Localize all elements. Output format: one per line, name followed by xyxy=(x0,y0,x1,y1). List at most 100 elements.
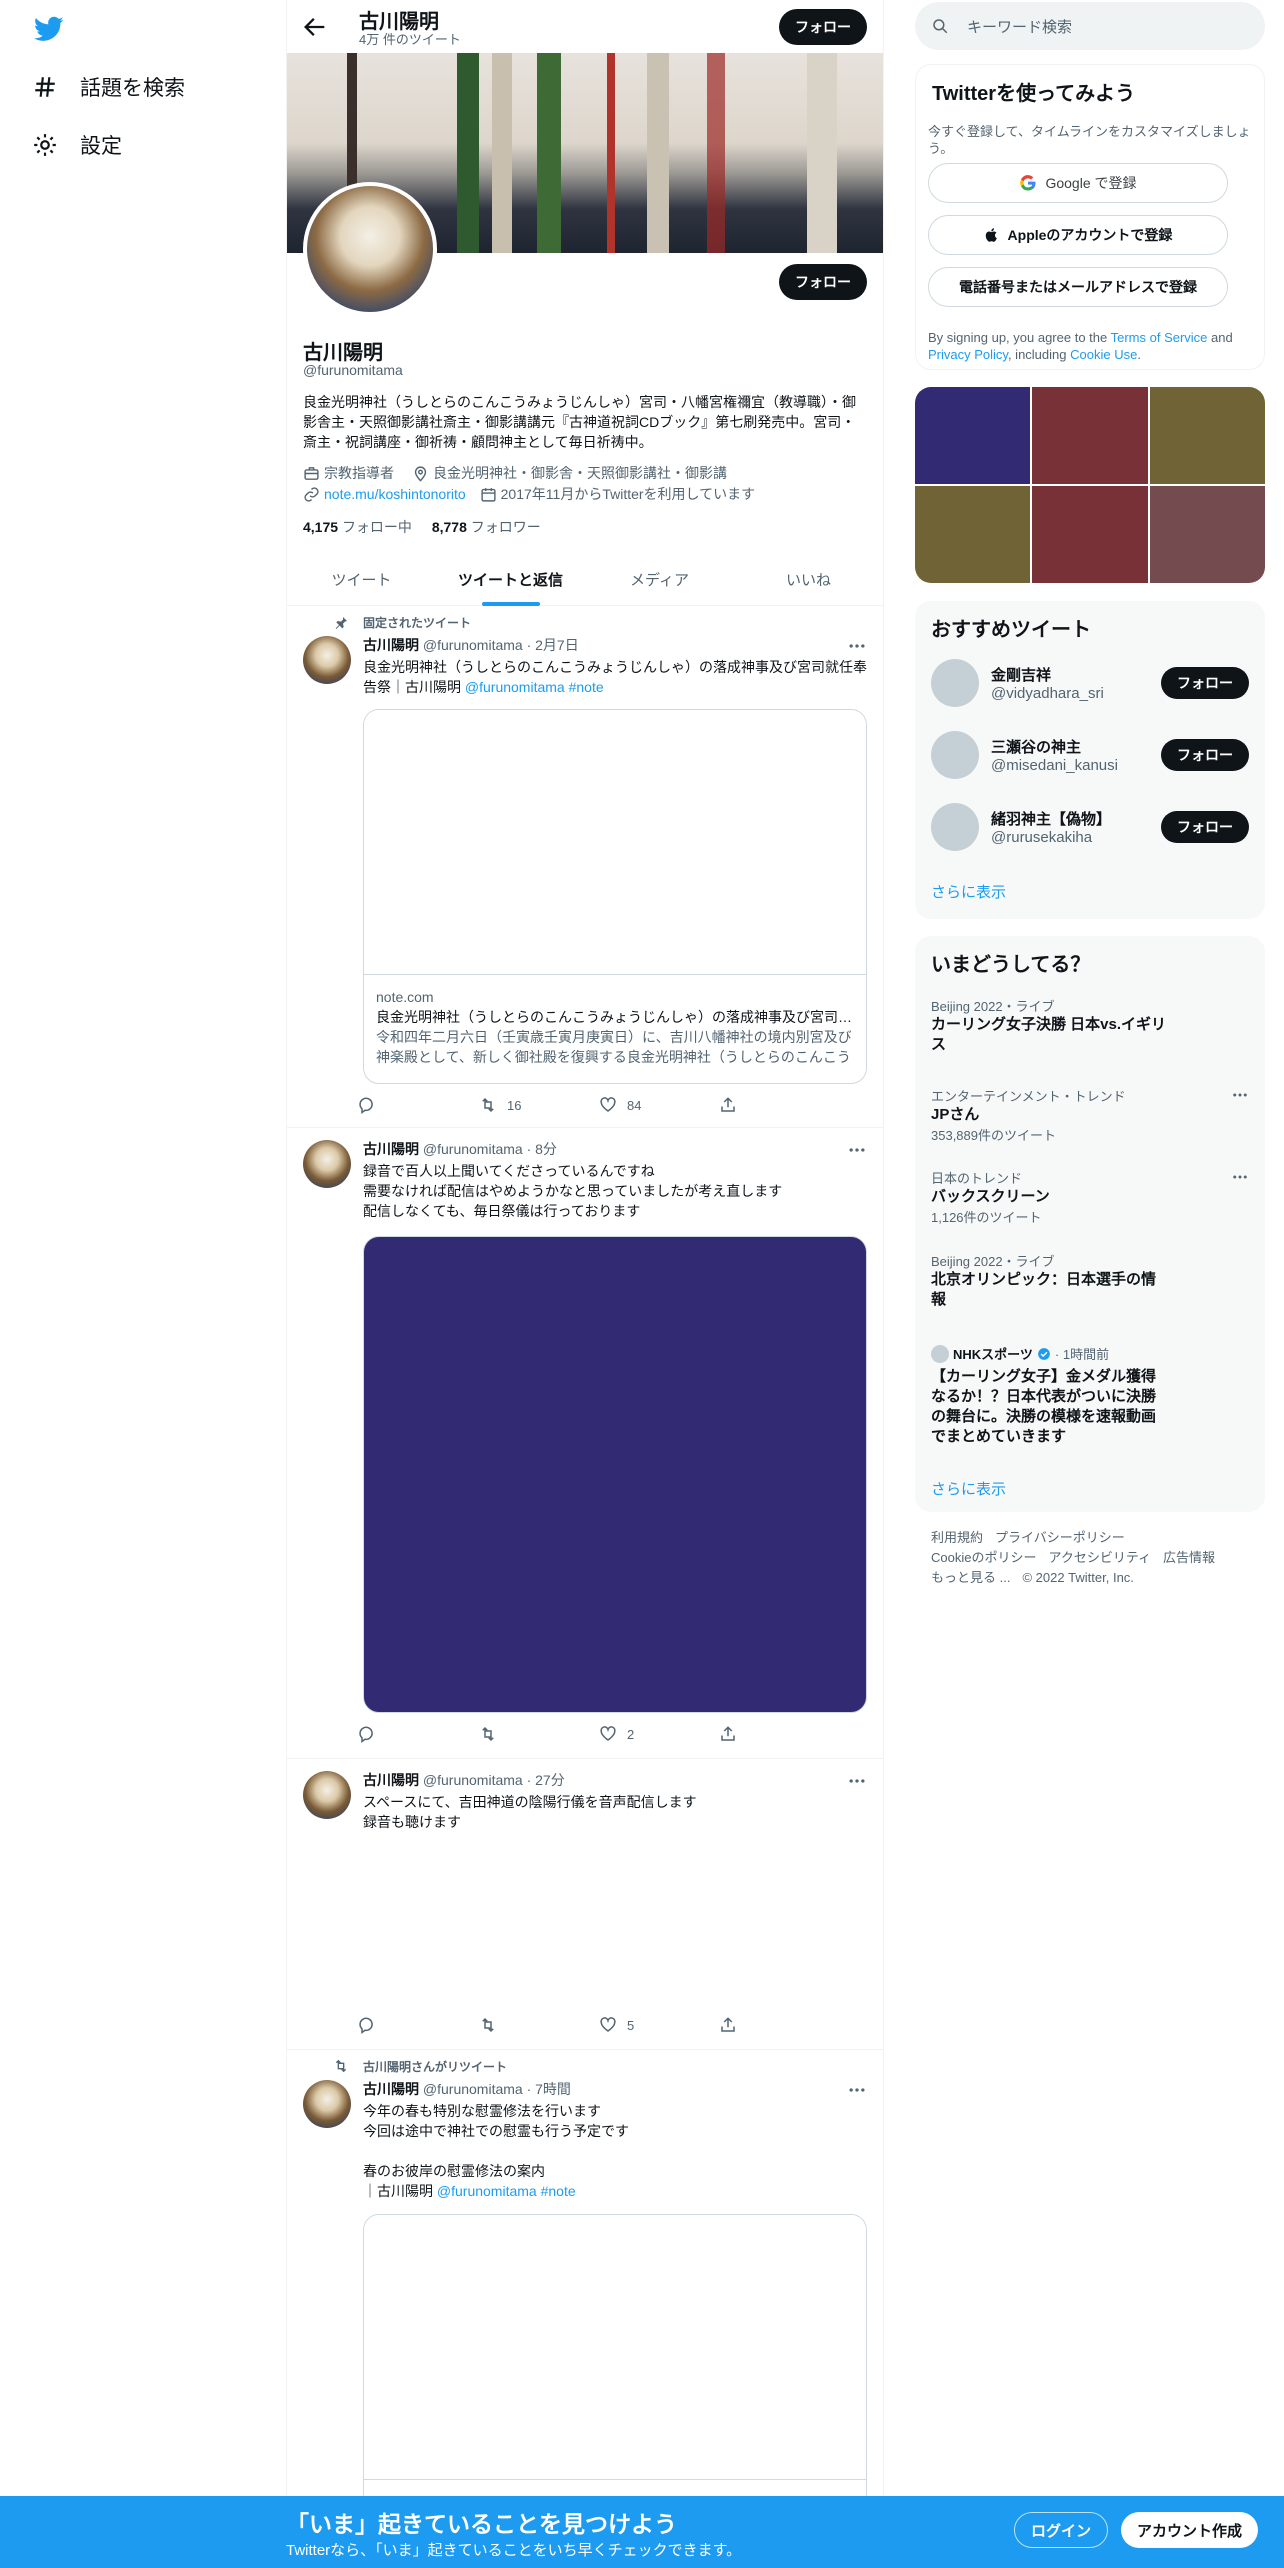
media-thumbnail[interactable] xyxy=(1032,486,1148,583)
avatar[interactable] xyxy=(303,1140,351,1188)
mention-link[interactable]: @furunomitama xyxy=(437,2183,537,2199)
tweet-time[interactable]: · 27分 xyxy=(527,1772,565,1788)
author-handle[interactable]: @furunomitama xyxy=(423,1141,523,1157)
author-handle[interactable]: @furunomitama xyxy=(423,637,523,653)
tab-tweets-and-replies[interactable]: ツイートと返信 xyxy=(436,553,585,605)
media-thumbnail[interactable] xyxy=(1032,387,1148,484)
author-name[interactable]: 古川陽明 xyxy=(363,1772,419,1788)
like-button[interactable]: 2 xyxy=(599,1725,679,1743)
footer-ads-link[interactable]: 広告情報 xyxy=(1163,1550,1215,1565)
tweet[interactable]: 古川陽明 @furunomitama · 27分 スペースにて、吉田神道の陰陽行… xyxy=(287,1759,883,2050)
nav-explore[interactable]: 話題を検索 xyxy=(32,72,185,102)
link-card-image xyxy=(364,2215,866,2480)
tweet[interactable]: 固定されたツイート 古川陽明 @furunomitama · 2月7日 良金光明… xyxy=(287,606,883,1128)
tab-likes[interactable]: いいね xyxy=(734,553,883,605)
more-dots-icon[interactable] xyxy=(847,636,867,656)
profile-link[interactable]: note.mu/koshintonorito xyxy=(324,486,466,502)
trends-show-more[interactable]: さらに表示 xyxy=(931,1478,1006,1499)
like-button[interactable]: 5 xyxy=(599,2016,679,2034)
twitter-bird-icon[interactable] xyxy=(32,14,66,44)
news-item[interactable]: NHKスポーツ · 1時間前 【カーリング女子】金メダル獲得なるか！？日本代表が… xyxy=(931,1344,1249,1447)
avatar[interactable] xyxy=(303,636,351,684)
footer-terms-link[interactable]: 利用規約 xyxy=(931,1530,983,1545)
more-dots-icon[interactable] xyxy=(1231,1168,1249,1186)
author-name[interactable]: 古川陽明 xyxy=(363,637,419,653)
tweet-time[interactable]: · 2月7日 xyxy=(527,637,579,653)
terms-link[interactable]: Terms of Service xyxy=(1111,330,1208,345)
tweet-time[interactable]: · 8分 xyxy=(527,1141,557,1157)
media-thumbnail[interactable] xyxy=(915,387,1031,484)
footer-more-link[interactable]: もっと見る ... xyxy=(931,1570,1010,1585)
nav-settings[interactable]: 設定 xyxy=(32,130,122,160)
header-follow-button[interactable]: フォロー xyxy=(779,9,867,45)
author-handle[interactable]: @furunomitama xyxy=(423,1772,523,1788)
apple-signup-button[interactable]: Appleのアカウントで登録 xyxy=(928,215,1228,255)
avatar[interactable] xyxy=(931,803,979,851)
share-button[interactable] xyxy=(719,2016,799,2034)
mention-link[interactable]: @furunomitama xyxy=(465,679,565,695)
media-thumbnail[interactable] xyxy=(915,486,1031,583)
reply-button[interactable] xyxy=(359,1725,439,1743)
reply-button[interactable] xyxy=(359,1096,439,1114)
retweet-button[interactable] xyxy=(479,2016,559,2034)
media-thumbnail[interactable] xyxy=(1149,486,1265,583)
recommended-user[interactable]: 金剛吉祥 @vidyadhara_sri フォロー xyxy=(931,659,1249,707)
more-dots-icon[interactable] xyxy=(847,2080,867,2100)
footer-accessibility-link[interactable]: アクセシビリティ xyxy=(1048,1550,1151,1565)
footer-cookie-link[interactable]: Cookieのポリシー xyxy=(931,1550,1036,1565)
create-account-button[interactable]: アカウント作成 xyxy=(1121,2512,1259,2548)
back-arrow-icon[interactable] xyxy=(301,13,329,41)
more-dots-icon[interactable] xyxy=(847,1771,867,1791)
author-name[interactable]: 古川陽明 xyxy=(363,2081,419,2097)
media-thumbnail[interactable] xyxy=(1149,387,1265,484)
recommended-user[interactable]: 緒羽神主【偽物】 @rurusekakiha フォロー xyxy=(931,803,1249,851)
tweet-media-image[interactable] xyxy=(363,1236,867,1713)
profile-follow-button[interactable]: フォロー xyxy=(779,264,867,300)
tweet[interactable]: 古川陽明 @furunomitama · 8分 録音で百人以上聞いてくださってい… xyxy=(287,1128,883,1759)
like-button[interactable]: 84 xyxy=(599,1096,679,1114)
reply-button[interactable] xyxy=(359,2016,439,2034)
tab-tweets[interactable]: ツイート xyxy=(287,553,436,605)
retweet-button[interactable] xyxy=(479,1725,559,1743)
trend-item[interactable]: Beijing 2022・ライブ カーリング女子決勝 日本vs.イギリス xyxy=(931,996,1249,1055)
recommended-show-more[interactable]: さらに表示 xyxy=(931,881,1006,902)
follow-button[interactable]: フォロー xyxy=(1161,739,1249,771)
avatar[interactable] xyxy=(303,2080,351,2128)
retweet-button[interactable]: 16 xyxy=(479,1096,559,1114)
tweet[interactable]: 古川陽明さんがリツイート 古川陽明 @furunomitama · 7時間 今年… xyxy=(287,2050,883,2514)
google-signup-button[interactable]: Google で登録 xyxy=(928,163,1228,203)
share-button[interactable] xyxy=(719,1725,799,1743)
hashtag-link[interactable]: #note xyxy=(569,679,604,695)
cookie-link[interactable]: Cookie Use xyxy=(1070,347,1137,362)
trend-item[interactable]: 日本のトレンド バックスクリーン 1,126件のツイート xyxy=(931,1168,1249,1226)
followers-link[interactable]: 8,778 フォロワー xyxy=(432,519,541,535)
hashtag-link[interactable]: #note xyxy=(541,2183,576,2199)
login-button[interactable]: ログイン xyxy=(1014,2512,1109,2548)
link-card[interactable] xyxy=(363,2214,867,2514)
trend-category: エンターテインメント・トレンド xyxy=(931,1089,1126,1104)
avatar[interactable] xyxy=(931,731,979,779)
retweeted-by-label[interactable]: 古川陽明さんがリツイート xyxy=(363,2058,507,2075)
search-input[interactable]: キーワード検索 xyxy=(915,2,1265,50)
more-dots-icon[interactable] xyxy=(847,1140,867,1160)
more-dots-icon[interactable] xyxy=(1231,1086,1249,1104)
follow-button[interactable]: フォロー xyxy=(1161,811,1249,843)
tweet-time[interactable]: · 7時間 xyxy=(527,2081,571,2097)
author-name[interactable]: 古川陽明 xyxy=(363,1141,419,1157)
following-link[interactable]: 4,175 フォロー中 xyxy=(303,519,412,535)
share-button[interactable] xyxy=(719,1096,799,1114)
trend-item[interactable]: エンターテインメント・トレンド JPさん 353,889件のツイート xyxy=(931,1086,1249,1144)
footer-privacy-link[interactable]: プライバシーポリシー xyxy=(995,1530,1125,1545)
avatar[interactable] xyxy=(931,659,979,707)
news-time: · 1時間前 xyxy=(1054,1347,1110,1362)
author-handle[interactable]: @furunomitama xyxy=(423,2081,523,2097)
trend-item[interactable]: Beijing 2022・ライブ 北京オリンピック：日本選手の情報 xyxy=(931,1251,1249,1310)
tab-media[interactable]: メディア xyxy=(585,553,734,605)
link-card[interactable]: note.com 良金光明神社（うしとらのこんこうみょうじんしゃ）の落成神事及び… xyxy=(363,709,867,1084)
recommended-user[interactable]: 三瀬谷の神主 @misedani_kanusi フォロー xyxy=(931,731,1249,779)
phone-email-signup-button[interactable]: 電話番号またはメールアドレスで登録 xyxy=(928,267,1228,307)
avatar[interactable] xyxy=(303,1771,351,1819)
follow-button[interactable]: フォロー xyxy=(1161,667,1249,699)
privacy-link[interactable]: Privacy Policy xyxy=(928,347,1008,362)
profile-avatar[interactable] xyxy=(303,182,437,316)
